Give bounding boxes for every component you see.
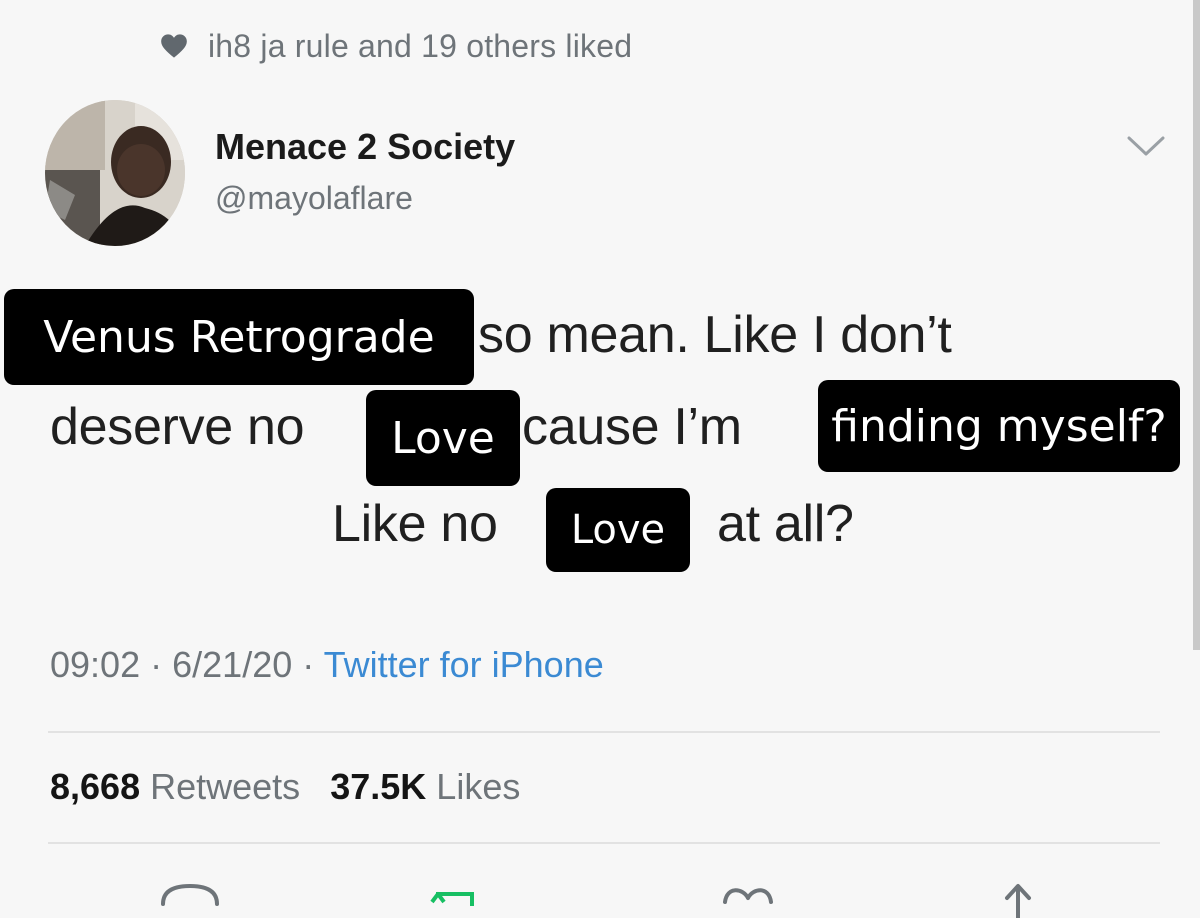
tweet-text-line-3-end: at all? [717,495,854,553]
retweets-stat[interactable]: 8,668 Retweets [50,766,310,807]
social-context[interactable]: ih8 ja rule and 19 others liked [160,26,632,66]
tweet-text-line-3-start: Like no [332,495,498,553]
tweet-source-link[interactable]: Twitter for iPhone [324,644,604,685]
retweet-icon[interactable] [422,878,492,918]
sticker-love-2: Love [546,488,690,572]
tweet-date: 6/21/20 [172,644,293,685]
author-display-name[interactable]: Menace 2 Society [215,126,515,168]
meta-separator: · [302,644,315,685]
tweet-text-line-1: so mean. Like I don’t [478,306,952,364]
reply-icon[interactable] [155,878,225,918]
engagement-stats: 8,668 Retweets 37.5K Likes [50,766,520,808]
heart-icon [161,34,187,58]
avatar-photo [45,100,185,246]
sticker-venus-retrograde: Venus Retrograde [4,289,474,385]
share-icon[interactable] [983,878,1053,918]
tweet-time: 09:02 [50,644,141,685]
avatar[interactable] [45,100,185,246]
likes-stat[interactable]: 37.5K Likes [330,766,520,807]
sticker-finding-myself: finding myself? [818,380,1180,472]
author-handle[interactable]: @mayolaflare [215,180,413,217]
chevron-down-icon[interactable] [1125,132,1167,160]
likes-count: 37.5K [330,766,427,807]
like-icon[interactable] [713,878,783,918]
meta-separator: · [150,644,163,685]
scrollbar[interactable] [1193,0,1200,650]
tweet-text-line-2-middle: cause I’m [522,398,742,456]
retweets-count: 8,668 [50,766,141,807]
retweets-label: Retweets [150,766,301,807]
divider [48,842,1160,844]
divider [48,731,1160,733]
tweet-text-line-2-start: deserve no [50,398,305,456]
tweet-meta: 09:02 · 6/21/20 · Twitter for iPhone [50,644,604,686]
sticker-love: Love [366,390,520,486]
likes-label: Likes [436,766,521,807]
liked-by-text: ih8 ja rule and 19 others liked [208,27,633,64]
